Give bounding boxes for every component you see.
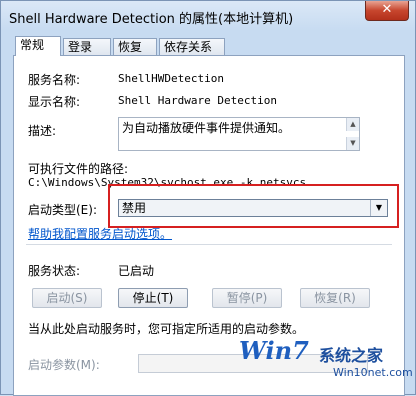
scroll-up-icon[interactable]: ▲ [346, 118, 359, 131]
service-name-label: 服务名称: [28, 73, 81, 87]
watermark-site-name: 系统之家 [319, 346, 384, 365]
tab-recovery[interactable]: 恢复 [113, 38, 157, 55]
watermark-logo: Win7 [239, 336, 309, 365]
resume-button[interactable]: 恢复(R) [300, 288, 370, 308]
resume-button-label: 恢复(R) [314, 291, 356, 305]
display-name-label: 显示名称: [28, 95, 81, 109]
tab-logon-label: 登录 [68, 40, 93, 54]
pause-button[interactable]: 暂停(P) [212, 288, 282, 308]
highlight-box [108, 184, 399, 228]
display-name-value: Shell Hardware Detection [118, 94, 277, 107]
tab-dependencies[interactable]: 依存关系 [159, 38, 225, 55]
watermark-url: Win10net.com [333, 366, 413, 379]
stop-button[interactable]: 停止(T) [118, 288, 188, 308]
window-title: Shell Hardware Detection 的属性(本地计算机) [9, 12, 294, 27]
tab-general[interactable]: 常规 [15, 36, 61, 56]
service-name-value: ShellHWDetection [118, 72, 224, 85]
description-box[interactable]: 为自动播放硬件事件提供通知。 ▲ ▼ [118, 117, 360, 151]
tab-dependencies-label: 依存关系 [164, 40, 213, 54]
properties-window: Shell Hardware Detection 的属性(本地计算机) ✕ 常规… [0, 0, 416, 396]
start-params-label: 启动参数(M): [28, 358, 100, 372]
tab-recovery-label: 恢复 [118, 40, 143, 54]
watermark: Win7 系统之家 Win10net.com [233, 330, 413, 392]
pause-button-label: 暂停(P) [226, 291, 268, 305]
path-label: 可执行文件的路径: [28, 162, 129, 176]
divider [26, 244, 392, 245]
startup-type-label: 启动类型(E): [28, 203, 97, 217]
status-label: 服务状态: [28, 264, 81, 278]
stop-button-label: 停止(T) [132, 291, 174, 305]
close-button[interactable]: ✕ [365, 1, 409, 21]
help-link[interactable]: 帮助我配置服务启动选项。 [28, 225, 172, 242]
scroll-down-icon[interactable]: ▼ [346, 137, 359, 150]
tab-general-label: 常规 [20, 38, 45, 52]
description-text: 为自动播放硬件事件提供通知。 [122, 121, 291, 135]
tab-logon[interactable]: 登录 [63, 38, 111, 55]
description-label: 描述: [28, 124, 57, 138]
start-button-label: 启动(S) [46, 291, 88, 305]
status-value: 已启动 [118, 264, 155, 278]
close-icon: ✕ [381, 2, 393, 17]
start-button[interactable]: 启动(S) [32, 288, 102, 308]
title-bar: Shell Hardware Detection 的属性(本地计算机) ✕ [1, 1, 415, 31]
